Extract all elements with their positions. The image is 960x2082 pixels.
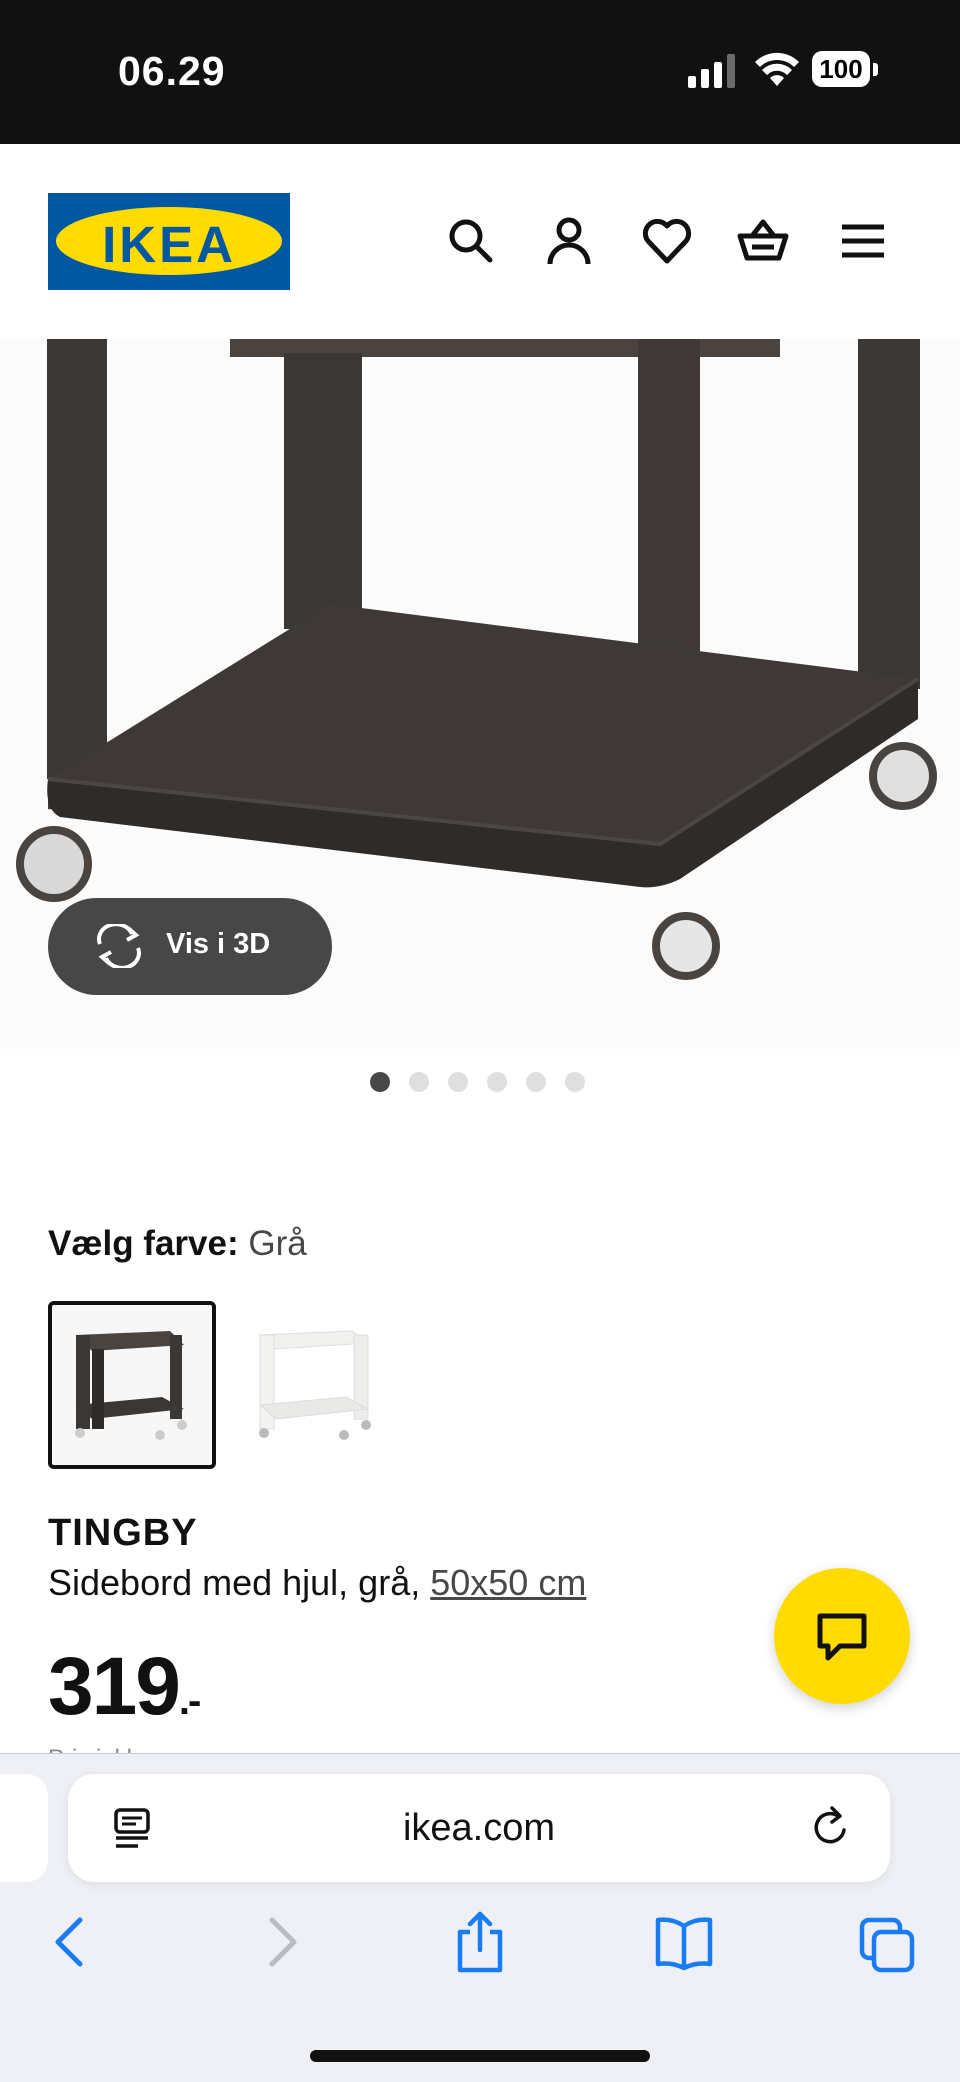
forward-icon[interactable] [250, 1910, 310, 1974]
previous-tab-edge[interactable] [0, 1774, 48, 1882]
product-size-link[interactable]: 50x50 cm [430, 1562, 586, 1603]
menu-icon[interactable] [836, 214, 890, 268]
rotate-3d-icon [97, 924, 141, 968]
view-3d-label: Vis i 3D [166, 928, 271, 960]
chat-button[interactable] [774, 1568, 910, 1704]
product-description-text: Sidebord med hjul, grå, [48, 1562, 421, 1603]
battery-percent: 100 [819, 54, 863, 84]
pagination-dot-3[interactable] [448, 1072, 468, 1092]
product-name: TINGBY [48, 1512, 198, 1554]
url-text[interactable]: ikea.com [68, 1807, 890, 1850]
pagination-dot-6[interactable] [565, 1072, 585, 1092]
color-swatch-white[interactable] [240, 1301, 408, 1469]
pagination-dot-2[interactable] [409, 1072, 429, 1092]
view-3d-button[interactable]: Vis i 3D [48, 898, 332, 995]
price-suffix: .- [178, 1679, 201, 1723]
price-value: 319 [48, 1641, 181, 1732]
basket-icon[interactable] [736, 214, 790, 268]
pagination-dot-4[interactable] [487, 1072, 507, 1092]
chat-icon [817, 1613, 867, 1661]
ikea-logo[interactable]: IKEA [48, 193, 290, 290]
pagination-dot-5[interactable] [526, 1072, 546, 1092]
home-indicator [310, 2050, 650, 2062]
back-icon[interactable] [42, 1910, 102, 1974]
tabs-icon[interactable] [858, 1910, 918, 1974]
logo-text: IKEA [102, 216, 236, 273]
bookmarks-icon[interactable] [654, 1910, 714, 1974]
pagination-dot-1[interactable] [370, 1072, 390, 1092]
selected-color: Grå [248, 1224, 307, 1263]
share-icon[interactable] [450, 1910, 510, 1974]
account-icon[interactable] [542, 214, 596, 268]
search-icon[interactable] [444, 214, 498, 268]
heart-icon[interactable] [640, 214, 694, 268]
color-picker-label: Vælg farve: Grå [48, 1224, 307, 1264]
product-description: Sidebord med hjul, grå, 50x50 cm [48, 1562, 586, 1604]
product-price: 319.- [48, 1640, 201, 1734]
cellular-signal-icon [688, 54, 738, 88]
wifi-icon [754, 52, 800, 88]
battery-icon: 100 [812, 51, 878, 89]
color-label-prefix: Vælg farve: [48, 1224, 239, 1263]
reload-icon[interactable] [810, 1804, 854, 1850]
color-swatch-gray[interactable] [48, 1301, 216, 1469]
gallery-pagination[interactable] [370, 1072, 590, 1094]
status-time: 06.29 [118, 48, 226, 94]
address-bar[interactable]: ikea.com [68, 1774, 890, 1882]
